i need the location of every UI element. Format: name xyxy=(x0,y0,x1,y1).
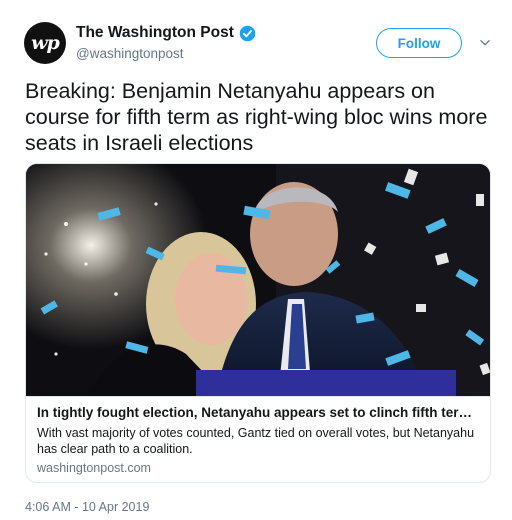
tweet-text: Breaking: Benjamin Netanyahu appears on … xyxy=(25,79,488,155)
author-handle[interactable]: @washingtonpost xyxy=(76,46,184,61)
card-description: With vast majority of votes counted, Gan… xyxy=(37,426,475,456)
tweet: wp The Washington Post @washingtonpost F… xyxy=(0,0,512,520)
card-title[interactable]: In tightly fought election, Netanyahu ap… xyxy=(37,405,481,420)
card-domain[interactable]: washingtonpost.com xyxy=(37,461,151,475)
link-card[interactable]: In tightly fought election, Netanyahu ap… xyxy=(25,163,491,483)
avatar-monogram: wp xyxy=(31,32,60,54)
avatar[interactable]: wp xyxy=(24,22,66,64)
card-image[interactable] xyxy=(26,164,491,396)
tweet-timestamp[interactable]: 4:06 AM - 10 Apr 2019 xyxy=(25,500,149,514)
verified-badge-icon xyxy=(239,25,256,41)
card-body[interactable]: In tightly fought election, Netanyahu ap… xyxy=(26,396,490,482)
chevron-down-icon[interactable] xyxy=(478,36,492,50)
display-name[interactable]: The Washington Post xyxy=(76,24,234,42)
author-name-row[interactable]: The Washington Post xyxy=(76,24,256,42)
follow-button[interactable]: Follow xyxy=(376,28,462,58)
